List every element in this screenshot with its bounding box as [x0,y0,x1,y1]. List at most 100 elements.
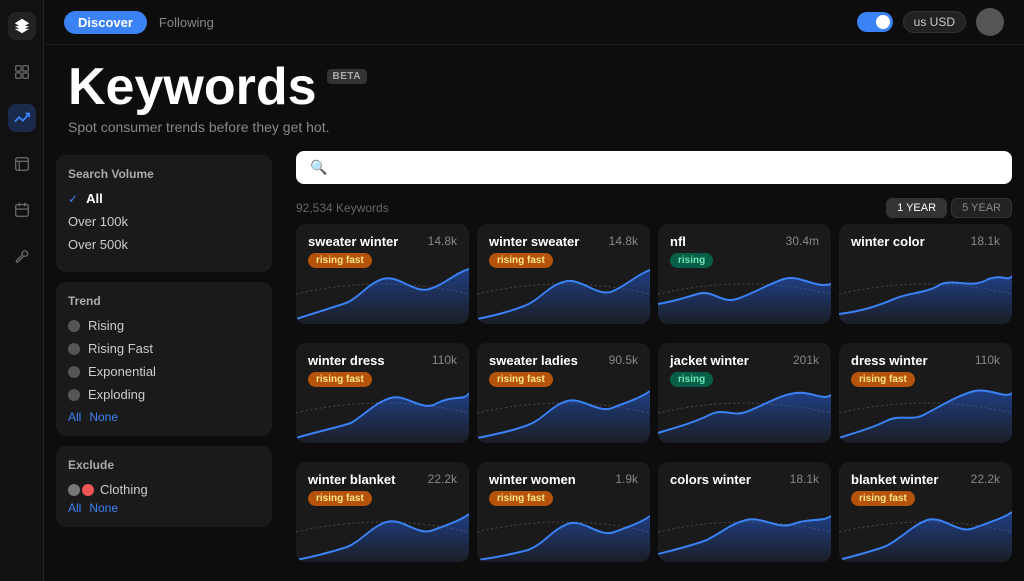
grid-icon[interactable] [8,58,36,86]
keyword-card[interactable]: sweater winter 14.8k rising fast [296,224,469,324]
keyword-name: winter women [489,472,576,487]
rising-fast-dot [68,343,80,355]
results-area: 🔍 92,534 Keywords 1 YEAR 5 YEAR sweater … [284,143,1024,581]
keyword-name: colors winter [670,472,751,487]
keyword-name: sweater ladies [489,353,578,368]
logo-icon[interactable] [8,12,36,40]
time-5year[interactable]: 5 YEAR [951,198,1012,218]
calendar-icon[interactable] [8,196,36,224]
search-input[interactable] [335,160,998,176]
keyword-volume: 1.9k [615,472,638,486]
trend-all-link[interactable]: All [68,410,81,424]
keyword-volume: 30.4m [786,234,819,248]
keyword-name: blanket winter [851,472,938,487]
card-top: sweater ladies 90.5k [489,353,638,368]
discover-button[interactable]: Discover [64,11,147,34]
keyword-card[interactable]: colors winter 18.1k [658,462,831,562]
theme-toggle[interactable] [857,12,893,32]
keyword-chart [477,502,650,562]
rising-label: Rising [88,318,124,333]
page-header: Keywords BETA Spot consumer trends befor… [44,45,1024,143]
trend-exponential[interactable]: Exponential [68,364,260,379]
keyword-name: winter dress [308,353,385,368]
title-row: Keywords BETA [68,61,1000,113]
exclude-filter: Exclude Clothing All None [56,446,272,527]
keyword-card[interactable]: sweater ladies 90.5k rising fast [477,343,650,443]
main-content: Discover Following us USD Keywords BETA … [44,0,1024,581]
keyword-card[interactable]: winter women 1.9k rising fast [477,462,650,562]
keyword-name: winter sweater [489,234,579,249]
sidebar [0,0,44,581]
filter-over-500k[interactable]: Over 500k [68,237,260,252]
trend-badge: rising fast [489,372,553,387]
trend-badge: rising fast [308,253,372,268]
keyword-volume: 14.8k [609,234,638,248]
card-top: sweater winter 14.8k [308,234,457,249]
card-top: winter blanket 22.2k [308,472,457,487]
keyword-name: sweater winter [308,234,398,249]
trending-icon[interactable] [8,104,36,132]
results-count: 92,534 Keywords [296,201,389,215]
exclude-dot-2 [82,484,94,496]
trend-badge: rising fast [851,491,915,506]
keyword-card[interactable]: winter dress 110k rising fast [296,343,469,443]
content-area: Search Volume ✓ All Over 100k Over 500k … [44,143,1024,581]
keyword-grid: sweater winter 14.8k rising fast [296,224,1012,581]
keyword-name: dress winter [851,353,928,368]
exclude-dot-1 [68,484,80,496]
keyword-name: nfl [670,234,686,249]
keyword-card[interactable]: winter sweater 14.8k rising fast [477,224,650,324]
exclude-item-clothing[interactable]: Clothing [68,482,260,497]
card-top: colors winter 18.1k [670,472,819,487]
exploding-dot [68,389,80,401]
locale-selector[interactable]: us USD [903,11,966,33]
keyword-card[interactable]: jacket winter 201k rising [658,343,831,443]
rising-fast-label: Rising Fast [88,341,153,356]
card-top: winter color 18.1k [851,234,1000,249]
avatar[interactable] [976,8,1004,36]
exclude-icons [68,484,94,496]
trend-filter-links: All None [68,410,260,424]
keyword-name: winter blanket [308,472,395,487]
keyword-card[interactable]: winter color 18.1k [839,224,1012,324]
time-1year[interactable]: 1 YEAR [886,198,947,218]
trend-badge: rising fast [851,372,915,387]
filter-500k-label: Over 500k [68,237,128,252]
nav-left: Discover Following [64,11,214,34]
card-top: dress winter 110k [851,353,1000,368]
keyword-volume: 22.2k [971,472,1000,486]
nav-right: us USD [857,8,1004,36]
trend-exploding[interactable]: Exploding [68,387,260,402]
following-button[interactable]: Following [159,15,214,30]
data-icon[interactable] [8,150,36,178]
filter-100k-label: Over 100k [68,214,128,229]
trend-badge: rising [670,372,713,387]
keyword-name: jacket winter [670,353,749,368]
keyword-chart [658,264,831,324]
card-top: winter women 1.9k [489,472,638,487]
keyword-card[interactable]: dress winter 110k rising fast [839,343,1012,443]
trend-rising-fast[interactable]: Rising Fast [68,341,260,356]
exclude-none-link[interactable]: None [89,501,118,515]
exponential-label: Exponential [88,364,156,379]
check-icon: ✓ [68,192,78,206]
trend-none-link[interactable]: None [89,410,118,424]
card-top: blanket winter 22.2k [851,472,1000,487]
filter-all[interactable]: ✓ All [68,191,260,206]
filter-panel: Search Volume ✓ All Over 100k Over 500k … [44,143,284,581]
keyword-card[interactable]: nfl 30.4m rising [658,224,831,324]
keyword-volume: 22.2k [428,472,457,486]
search-bar: 🔍 [296,151,1012,184]
keyword-card[interactable]: winter blanket 22.2k rising fast [296,462,469,562]
trend-title: Trend [68,294,260,308]
tools-icon[interactable] [8,242,36,270]
trend-rising[interactable]: Rising [68,318,260,333]
keyword-volume: 18.1k [971,234,1000,248]
exclude-all-link[interactable]: All [68,501,81,515]
exclude-clothing-label: Clothing [100,482,148,497]
search-volume-title: Search Volume [68,167,260,181]
beta-badge: BETA [327,69,367,84]
top-navigation: Discover Following us USD [44,0,1024,45]
keyword-card[interactable]: blanket winter 22.2k rising fast [839,462,1012,562]
filter-over-100k[interactable]: Over 100k [68,214,260,229]
